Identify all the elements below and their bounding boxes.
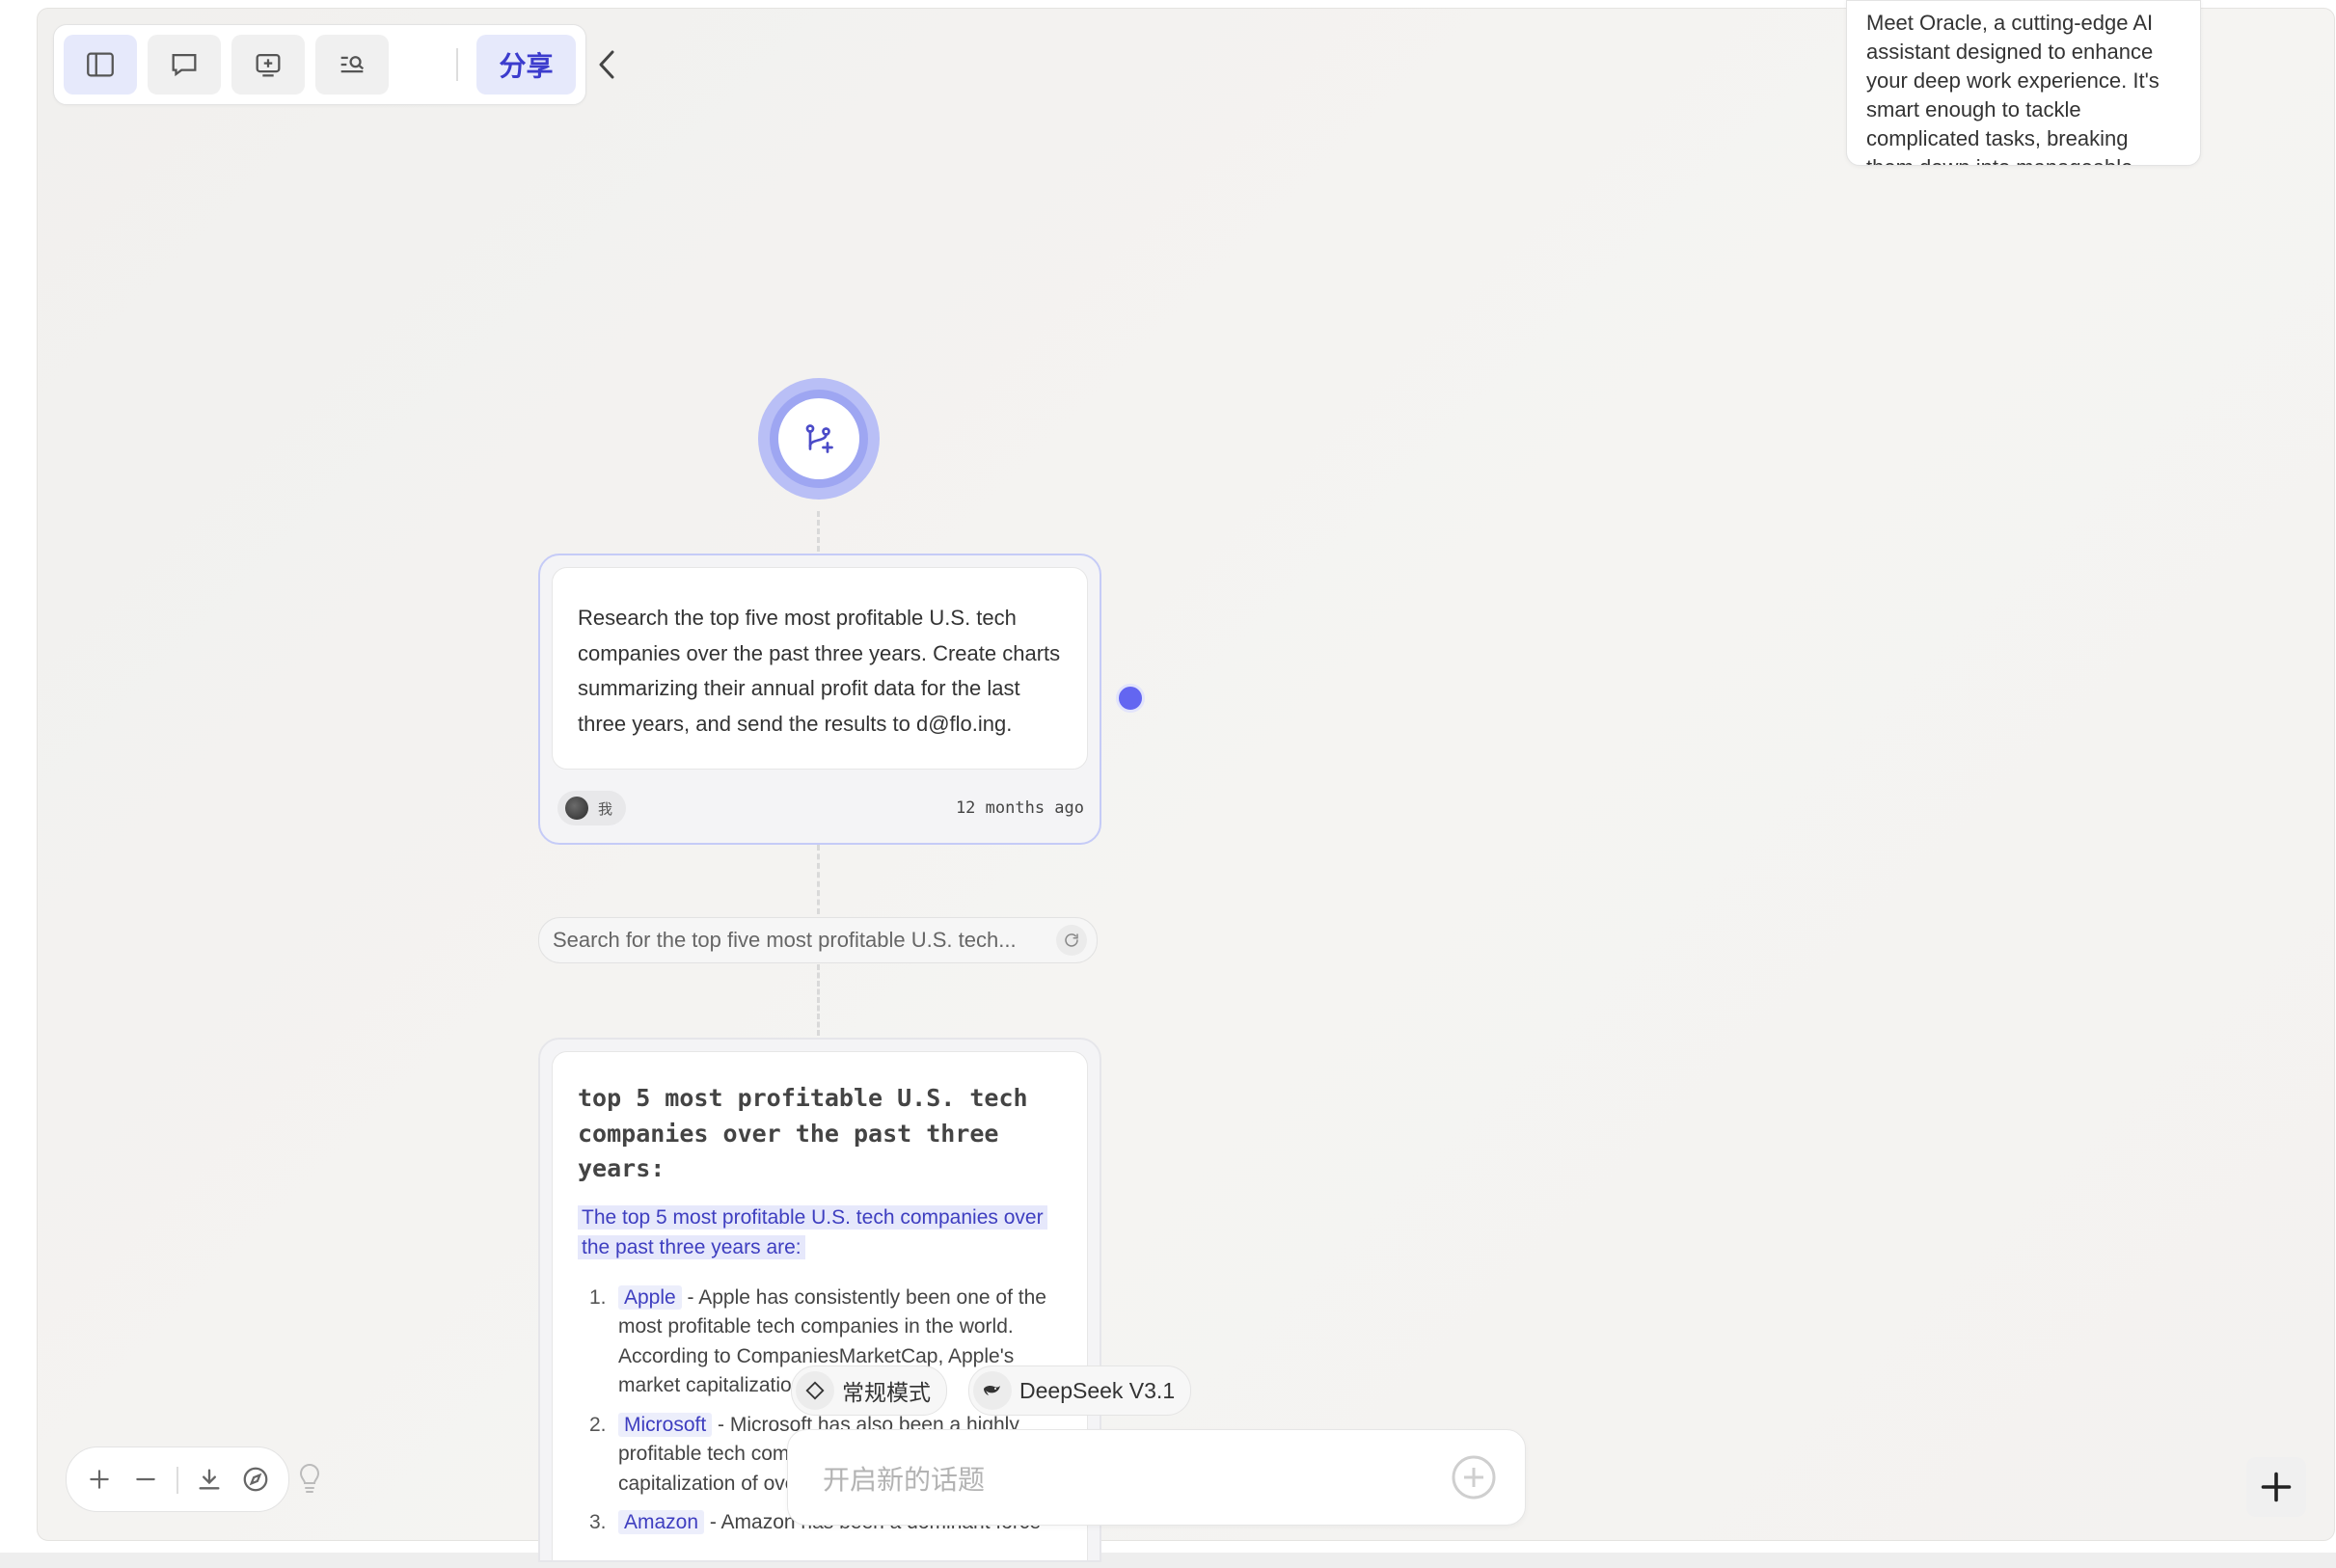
refresh-icon xyxy=(1065,933,1078,947)
diamond-icon xyxy=(805,1381,825,1400)
search-list-icon xyxy=(340,56,365,73)
download-button[interactable] xyxy=(192,1462,227,1497)
share-button[interactable]: 分享 xyxy=(476,35,576,95)
answer-intro-text: The top 5 most profitable U.S. tech comp… xyxy=(578,1204,1047,1259)
connection-handle[interactable] xyxy=(1116,684,1145,713)
top-toolbar: 分享 xyxy=(53,24,614,105)
sidebar-icon xyxy=(87,52,114,77)
question-content: Research the top five most profitable U.… xyxy=(552,567,1088,770)
flow-canvas[interactable] xyxy=(37,8,2335,1541)
avatar xyxy=(565,797,588,820)
list-number: 3. xyxy=(589,1511,607,1533)
tips-button[interactable] xyxy=(295,1460,324,1497)
start-node[interactable] xyxy=(758,378,880,500)
refresh-button[interactable] xyxy=(1056,925,1087,956)
search-list-button[interactable] xyxy=(315,35,389,95)
company-tag[interactable]: Microsoft xyxy=(618,1412,713,1437)
list-number: 2. xyxy=(589,1413,607,1436)
toolbar-divider xyxy=(456,48,458,81)
preview-text: Meet Oracle, a cutting-edge AI assistant… xyxy=(1866,11,2159,165)
search-step-text: Search for the top five most profitable … xyxy=(553,928,1017,952)
lightbulb-icon xyxy=(299,1464,320,1493)
mode-label: 常规模式 xyxy=(842,1380,931,1405)
collapse-toolbar-button[interactable] xyxy=(590,45,625,84)
model-selector[interactable]: DeepSeek V3.1 xyxy=(968,1365,1192,1416)
add-node-button[interactable] xyxy=(2246,1457,2306,1517)
mode-selector[interactable]: 常规模式 xyxy=(791,1365,947,1416)
list-number: 1. xyxy=(589,1285,607,1309)
fit-view-button[interactable] xyxy=(238,1462,273,1497)
bottom-strip xyxy=(0,1553,2336,1568)
zoom-controls xyxy=(66,1446,289,1512)
answer-intro: The top 5 most profitable U.S. tech comp… xyxy=(578,1203,1068,1262)
chat-button[interactable] xyxy=(148,35,221,95)
answer-title: top 5 most profitable U.S. tech companie… xyxy=(578,1084,1028,1182)
preview-card[interactable]: Meet Oracle, a cutting-edge AI assistant… xyxy=(1846,0,2201,166)
model-label: DeepSeek V3.1 xyxy=(1019,1377,1176,1403)
branch-add-icon xyxy=(805,424,833,453)
chevron-left-icon xyxy=(599,50,614,79)
compass-icon xyxy=(243,1467,268,1492)
add-circle-icon[interactable] xyxy=(1450,1453,1498,1501)
deepseek-whale-icon xyxy=(984,1385,1000,1395)
add-slide-icon xyxy=(256,53,281,77)
connector-line xyxy=(817,964,820,1036)
zoom-in-icon xyxy=(90,1470,109,1489)
company-tag[interactable]: Amazon xyxy=(618,1510,705,1534)
chat-bubble-icon xyxy=(172,53,197,77)
connector-line xyxy=(817,845,820,914)
new-topic-composer[interactable]: 开启新的话题 xyxy=(787,1429,1526,1526)
start-node-ring xyxy=(770,390,868,488)
composer-placeholder[interactable]: 开启新的话题 xyxy=(823,1459,985,1498)
question-text: Research the top five most profitable U.… xyxy=(578,606,1061,736)
download-icon xyxy=(199,1469,220,1490)
question-node[interactable]: Research the top five most profitable U.… xyxy=(538,554,1101,845)
start-node-inner xyxy=(778,398,859,479)
zoom-divider xyxy=(177,1467,178,1494)
zoom-out-icon xyxy=(136,1477,155,1481)
user-label: 我 xyxy=(598,800,613,818)
zoom-out-button[interactable] xyxy=(128,1462,163,1497)
model-icon-wrap xyxy=(973,1371,1012,1410)
zoom-in-button[interactable] xyxy=(82,1462,117,1497)
connector-line xyxy=(817,511,820,552)
add-card-button[interactable] xyxy=(231,35,305,95)
user-chip[interactable]: 我 xyxy=(557,791,627,825)
search-step[interactable]: Search for the top five most profitable … xyxy=(538,917,1098,963)
timestamp: 12 months ago xyxy=(955,798,1084,818)
toggle-sidebar-button[interactable] xyxy=(64,35,137,95)
mode-icon-wrap xyxy=(796,1371,834,1410)
company-tag[interactable]: Apple xyxy=(618,1284,682,1310)
plus-icon xyxy=(2261,1472,2292,1502)
